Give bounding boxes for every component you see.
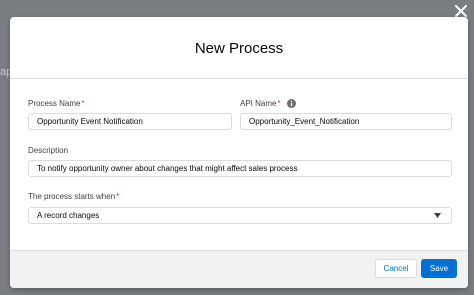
- process-name-value: Opportunity Event Notification: [37, 117, 143, 126]
- close-icon: [455, 5, 467, 17]
- process-name-label: Process Name*: [28, 99, 85, 109]
- modal-header: New Process: [10, 17, 468, 79]
- required-mark: *: [277, 99, 281, 108]
- starts-when-label-text: The process starts when: [28, 192, 116, 201]
- process-name-label-text: Process Name: [28, 99, 81, 108]
- description-label: Description: [28, 146, 69, 155]
- description-value: To notify opportunity owner about change…: [37, 164, 298, 173]
- process-name-input[interactable]: Opportunity Event Notification: [28, 113, 232, 130]
- api-name-label: API Name*: [240, 99, 296, 109]
- modal-title: New Process: [194, 40, 284, 57]
- required-mark: *: [116, 192, 120, 201]
- cancel-button[interactable]: Cancel: [375, 259, 417, 278]
- info-icon[interactable]: [286, 99, 296, 109]
- close-button[interactable]: [454, 4, 468, 18]
- chevron-down-icon: [434, 213, 441, 218]
- new-process-modal: New Process Process Name* Opportunity Ev…: [10, 17, 468, 288]
- modal-body: Process Name* Opportunity Event Notifica…: [10, 79, 468, 243]
- api-name-value: Opportunity_Event_Notification: [249, 117, 360, 126]
- required-mark: *: [81, 99, 85, 108]
- modal-footer: Cancel Save: [10, 250, 468, 288]
- description-input[interactable]: To notify opportunity owner about change…: [28, 160, 452, 177]
- api-name-input[interactable]: Opportunity_Event_Notification: [240, 113, 452, 130]
- save-button[interactable]: Save: [421, 259, 457, 278]
- starts-when-selected: A record changes: [37, 211, 100, 220]
- starts-when-select[interactable]: A record changes: [28, 207, 452, 224]
- starts-when-label: The process starts when*: [28, 192, 119, 202]
- api-name-label-text: API Name: [240, 99, 277, 108]
